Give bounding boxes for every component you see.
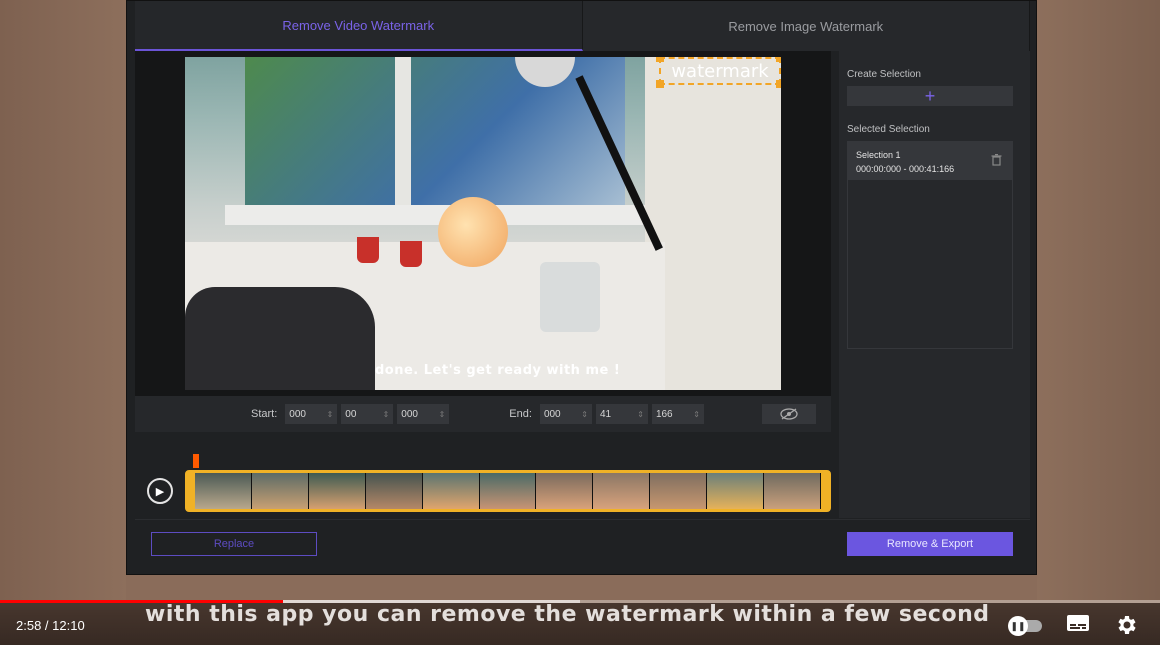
end-label: End: [509, 408, 532, 420]
moon-lamp [438, 197, 508, 267]
video-background-right [1037, 0, 1160, 600]
subtitles-button[interactable] [1066, 614, 1090, 637]
window-frame [395, 57, 411, 207]
start-value: 00 [345, 408, 357, 420]
plant-pot [357, 237, 379, 263]
end-field-2[interactable]: 41 ⇕ [595, 404, 648, 424]
resize-handle[interactable] [776, 80, 781, 88]
video-caption: with this app you can remove the waterma… [145, 602, 990, 627]
stepper-icon: ⇕ [581, 409, 588, 419]
selection-range: 000:00:000 - 000:41:166 [856, 164, 955, 174]
selection-name: Selection 1 [856, 150, 901, 160]
gear-icon [1118, 616, 1136, 634]
stepper-icon: ⇕ [326, 409, 334, 419]
end-value: 166 [655, 408, 673, 420]
time-display: 2:58 / 12:10 [16, 618, 85, 633]
stepper-icon: ⇕ [693, 409, 700, 419]
start-field-1[interactable]: 000 ⇕ [285, 404, 338, 424]
window-sill [225, 205, 645, 225]
timeline-strip[interactable] [185, 470, 831, 512]
resize-handle[interactable] [656, 57, 664, 62]
plant-pot [400, 241, 422, 267]
play-icon: ▶ [155, 485, 165, 498]
video-background-left [0, 0, 126, 600]
frame-thumbnail [479, 473, 537, 509]
end-value: 41 [599, 408, 612, 420]
bottom-action-bar: Replace Remove & Export [135, 519, 1030, 568]
playhead[interactable] [193, 454, 199, 468]
watermark-remover-app: Remove Video Watermark Remove Image Wate… [126, 0, 1037, 575]
selection-list: Selection 1 000:00:000 - 000:41:166 [847, 141, 1013, 349]
resize-handle[interactable] [656, 80, 664, 88]
frame-thumbnail [251, 473, 309, 509]
timeline: ▶ [135, 432, 831, 518]
video-frame: done. Let's get ready with me ! watermar… [185, 57, 781, 390]
stepper-icon: ⇕ [438, 409, 446, 419]
selection-panel: Create Selection + Selected Selection Se… [839, 51, 1030, 518]
add-selection-button[interactable]: + [847, 86, 1013, 106]
frame-thumbnail [536, 473, 594, 509]
watermark-text: watermark [671, 60, 769, 82]
window-scene [245, 57, 625, 207]
plus-icon: + [924, 85, 936, 106]
tab-remove-video-watermark[interactable]: Remove Video Watermark [135, 1, 583, 51]
time-range-bar: Start: 000 ⇕ 00 ⇕ 000 ⇕ End: 000 ⇕ 41 ⇕ 166 ⇕ [135, 396, 831, 432]
watermark-selection-box[interactable]: watermark [656, 57, 781, 88]
start-label: Start: [251, 408, 278, 420]
tab-bar: Remove Video Watermark Remove Image Wate… [135, 1, 1030, 51]
stepper-icon: ⇕ [382, 409, 390, 419]
stepper-icon: ⇕ [637, 409, 644, 419]
chair [185, 287, 375, 390]
frame-thumbnail [707, 473, 765, 509]
resize-handle[interactable] [776, 57, 781, 62]
settings-button[interactable] [1114, 613, 1138, 642]
create-selection-label: Create Selection [847, 69, 921, 80]
end-field-1[interactable]: 000 ⇕ [539, 404, 592, 424]
eye-off-icon [780, 408, 798, 420]
start-field-2[interactable]: 00 ⇕ [341, 404, 394, 424]
retro-device [540, 262, 600, 332]
frame-thumbnail [365, 473, 423, 509]
frame-thumbnail [593, 473, 651, 509]
play-button[interactable]: ▶ [147, 478, 173, 504]
end-field-3[interactable]: 166 ⇕ [651, 404, 704, 424]
frame-thumbnail [195, 473, 252, 509]
subtitles-icon [1067, 615, 1089, 631]
end-value: 000 [543, 408, 561, 420]
selected-selection-label: Selected Selection [847, 124, 930, 135]
tab-remove-image-watermark[interactable]: Remove Image Watermark [582, 1, 1030, 51]
start-value: 000 [401, 408, 418, 420]
replace-button[interactable]: Replace [151, 532, 317, 556]
video-preview-area: done. Let's get ready with me ! watermar… [135, 51, 831, 396]
remove-export-button[interactable]: Remove & Export [847, 532, 1013, 556]
start-value: 000 [289, 408, 306, 420]
pause-icon: ❚❚ [1008, 616, 1028, 636]
start-field-3[interactable]: 000 ⇕ [397, 404, 450, 424]
frame-thumbnail [650, 473, 708, 509]
frame-thumbnail [422, 473, 480, 509]
trash-icon[interactable] [991, 154, 1002, 166]
wall [645, 57, 781, 390]
frame-thumbnail [308, 473, 366, 509]
frame-thumbnail [764, 473, 821, 509]
video-subtitle: done. Let's get ready with me ! [375, 363, 621, 378]
hide-preview-button[interactable] [761, 404, 816, 424]
selection-item[interactable]: Selection 1 000:00:000 - 000:41:166 [848, 142, 1012, 180]
